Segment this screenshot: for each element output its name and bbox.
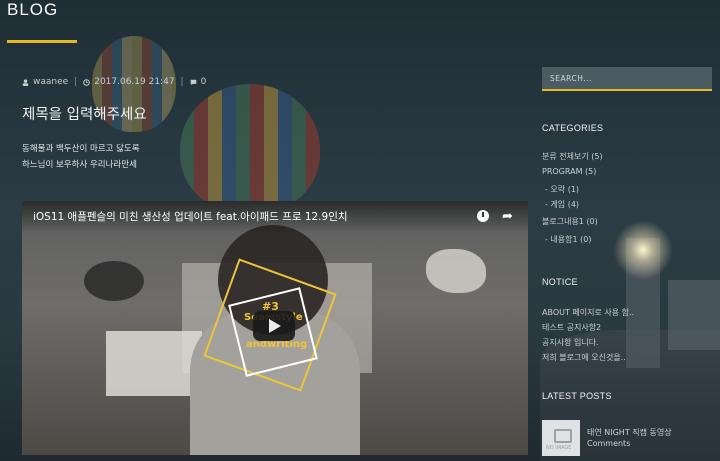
camera-icon [554,429,572,443]
watch-later-icon[interactable] [477,210,489,222]
latest-post-item[interactable]: 태연 NIGHT 직캠 동영상 Comments [587,427,697,449]
video-title[interactable]: iOS11 애플펜슬의 미친 생산성 업데이트 feat.아이패드 프로 12.… [33,209,348,224]
latest-posts-title: LATEST POSTS [542,391,612,401]
post-body-line: 하느님이 보우하사 우리나라만세 [22,160,137,170]
notice-item[interactable]: 저희 블로그에 오신것을.. [542,352,626,363]
no-image-label: NO IMAGE [546,445,572,451]
category-item[interactable]: - 내용함1 (0) [545,234,591,245]
video-scene [106,331,202,396]
notice-item[interactable]: ABOUT 페이지로 사용 함.. [542,307,634,318]
share-icon[interactable]: ➦ [502,209,513,224]
category-item[interactable]: 블로그내용1 (0) [542,216,598,227]
meta-separator: | [180,77,184,87]
video-embed[interactable]: #3 Seamstyle andwriting iOS11 애플펜슬의 미친 생… [22,201,528,455]
category-item[interactable]: PROGRAM (5) [542,167,596,176]
video-scene [426,249,486,293]
meta-separator: | [74,77,78,87]
notice-item[interactable]: 테스트 공지사항2 [542,322,601,333]
category-item[interactable]: - 게임 (4) [545,199,579,210]
brand-underline [7,40,77,43]
video-scene [84,261,144,301]
clock-icon [83,78,91,86]
post-title[interactable]: 제목을 입력해주세요 [22,103,147,124]
post-body: 동해물과 백두산이 마르고 닳도록 하느님이 보우하사 우리나라만세 [22,141,140,173]
post-thumbnail[interactable]: NO IMAGE [542,420,580,456]
post-body-line: 동해물과 백두산이 마르고 닳도록 [22,144,140,154]
latest-post-meta: Comments [587,439,631,448]
comment-icon [190,79,197,86]
comment-count[interactable]: 0 [201,77,207,87]
post-meta: waanee | 2017.06.19 21:47 | 0 [22,77,206,87]
categories-title: CATEGORIES [542,123,604,133]
notice-item[interactable]: 공지사항 입니다. [542,337,599,348]
category-item[interactable]: 분류 전체보기 (5) [542,151,603,162]
user-icon [22,78,29,86]
search-input[interactable] [542,67,712,91]
blog-brand[interactable]: BLOG [7,0,58,20]
post-date: 2017.06.19 21:47 [94,77,175,87]
play-button[interactable] [253,311,295,341]
post-author[interactable]: waanee [33,77,68,87]
category-item[interactable]: - 오락 (1) [545,184,579,195]
latest-post-title[interactable]: 태연 NIGHT 직캠 동영상 [587,427,697,438]
notice-title: NOTICE [542,277,578,287]
